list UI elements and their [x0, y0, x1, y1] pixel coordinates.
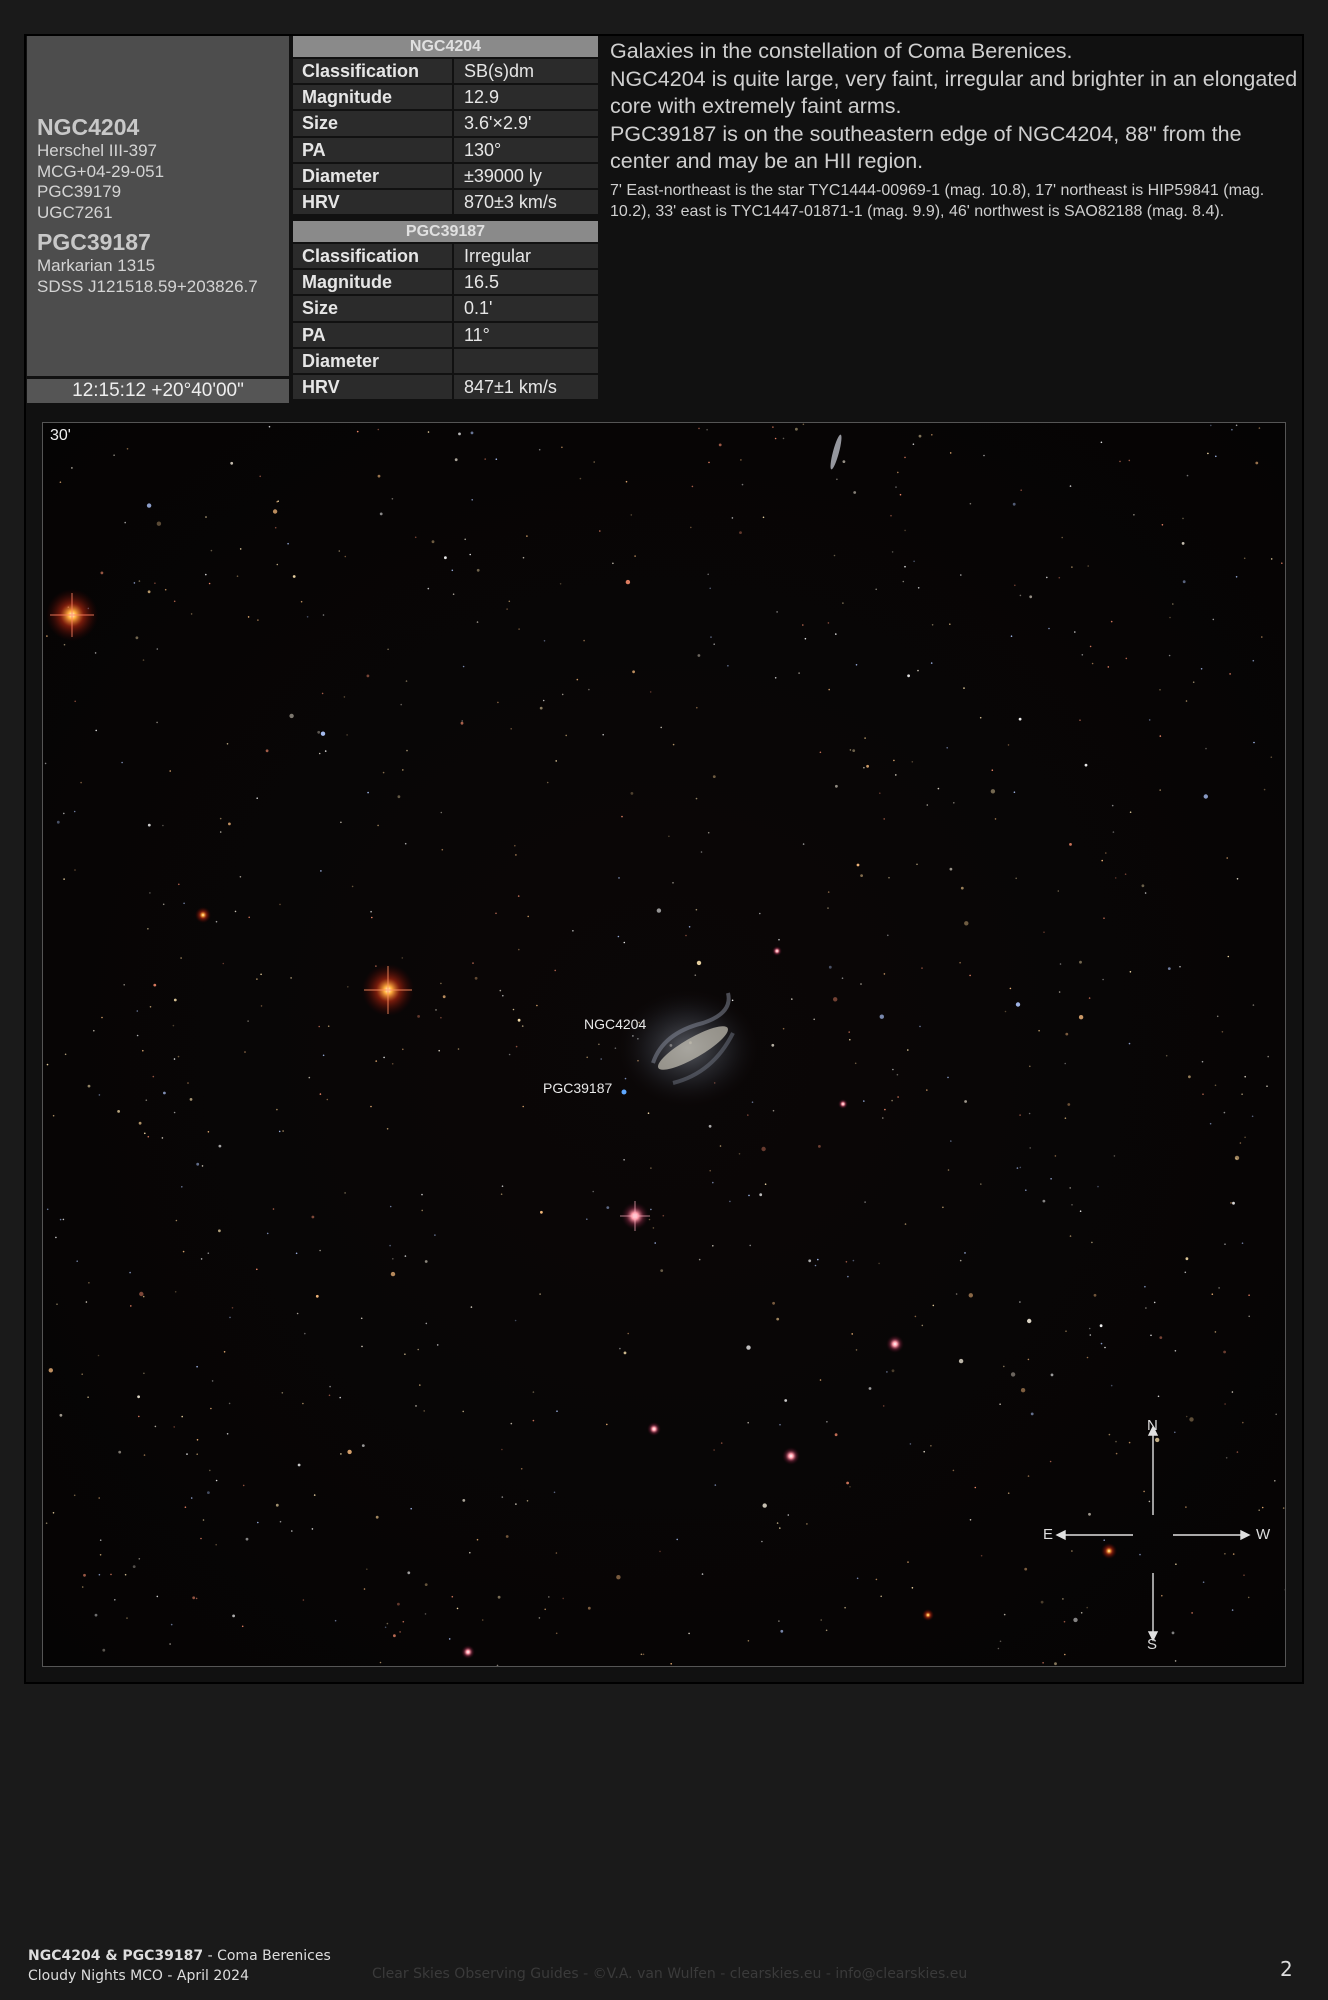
table-row: Classification SB(s)dm: [293, 59, 598, 84]
coordinates: 12:15:12 +20°40'00": [27, 379, 289, 403]
compass-south: S: [1147, 1636, 1158, 1653]
ngc4204-label: NGC4204: [584, 1016, 647, 1032]
alias-item: Markarian 1315: [37, 256, 156, 275]
alias-item: SDSS J121518.59+203826.7: [37, 276, 258, 296]
table-row: Classification Irregular: [293, 244, 598, 269]
table-title: NGC4204: [293, 36, 598, 57]
alias-item: MCG+04-29-051: [37, 161, 165, 181]
table-row: Size 0.1': [293, 296, 598, 321]
table-row: PA 11°: [293, 322, 598, 347]
compass-north: N: [1147, 1417, 1158, 1434]
table-row: Magnitude 12.9: [293, 85, 598, 110]
scale-label: 30': [50, 427, 71, 444]
page-number: 2: [1280, 1957, 1293, 1981]
compass: [1055, 1425, 1251, 1642]
table-row: HRV 847±1 km/s: [293, 374, 598, 400]
description: Galaxies in the constellation of Coma Be…: [610, 38, 1300, 222]
ngc4204-galaxy: [618, 990, 758, 1106]
pgc39187-knot: [621, 1089, 627, 1095]
table-title: PGC39187: [293, 221, 598, 242]
alias-item: PGC39179: [37, 182, 122, 201]
edge-on-galaxy: [830, 434, 842, 470]
compass-east: E: [1043, 1526, 1054, 1543]
footer-title: NGC4204 & PGC39187: [28, 1948, 204, 1964]
pgc39187-table: PGC39187 Classification Irregular Magnitu…: [293, 221, 598, 401]
primary-name: NGC4204: [37, 114, 140, 140]
footer-subtitle: Cloudy Nights MCO - April 2024: [28, 1968, 249, 1984]
designations-block: NGC4204 Herschel III-397 MCG+04-29-051 P…: [27, 36, 289, 376]
pgc39187-label: PGC39187: [543, 1080, 613, 1096]
sky-image: 30' NGC4204 PGC39187 N S E W: [42, 422, 1286, 1667]
alias-item: UGC7261: [37, 202, 113, 222]
table-row: HRV 870±3 km/s: [293, 189, 598, 215]
footer-constellation: - Coma Berenices: [203, 1948, 331, 1964]
footer: NGC4204 & PGC39187 - Coma Berenices Clou…: [28, 1946, 331, 1986]
bright-stars: [46, 589, 1117, 1659]
table-row: Size 3.6'×2.9': [293, 111, 598, 136]
star-field: [44, 423, 1285, 1666]
compass-west: W: [1256, 1526, 1271, 1543]
table-row: Magnitude 16.5: [293, 270, 598, 295]
description-line: NGC4204 is quite large, very faint, irre…: [610, 67, 1298, 118]
table-row: PA 130°: [293, 137, 598, 162]
table-row: Diameter ±39000 ly: [293, 163, 598, 188]
footer-credit: Clear Skies Observing Guides - ©V.A. van…: [372, 1966, 968, 1982]
alias-item: Herschel III-397: [37, 141, 157, 160]
secondary-name: PGC39187: [37, 229, 151, 255]
description-line: PGC39187 is on the southeastern edge of …: [610, 122, 1242, 173]
description-notes: 7' East-northeast is the star TYC1444-00…: [610, 182, 1265, 220]
table-row: Diameter: [293, 348, 598, 373]
description-line: Galaxies in the constellation of Coma Be…: [610, 39, 1073, 63]
ngc4204-table: NGC4204 Classification SB(s)dm Magnitude 1…: [293, 36, 598, 216]
